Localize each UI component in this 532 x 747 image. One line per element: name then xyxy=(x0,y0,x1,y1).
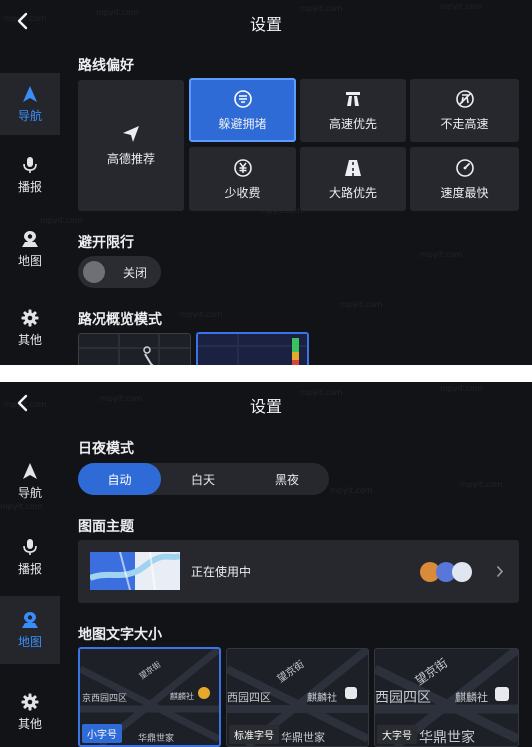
sidebar-item-map[interactable]: 地图 xyxy=(0,222,60,276)
map-district-label: 京西园四区 xyxy=(82,694,128,704)
sidebar-item-label: 其他 xyxy=(17,716,42,731)
route-option-label: 速度最快 xyxy=(440,185,489,200)
watermark: mpyit.com xyxy=(330,486,373,495)
poi-marker-icon xyxy=(198,687,210,699)
sidebar-item-other[interactable]: 其他 xyxy=(0,685,60,739)
font-size-option-standard[interactable]: 望京街 西园四区 麒麟社 华鼎世家 标准字号 xyxy=(226,648,369,747)
sidebar-item-broadcast[interactable]: 播报 xyxy=(0,148,60,202)
watermark: mpyit.com xyxy=(440,384,483,393)
toggle-knob xyxy=(83,261,105,283)
section-title-traffic-overview: 路况概览模式 xyxy=(78,312,162,328)
route-option-label: 躲避拥堵 xyxy=(218,116,267,131)
map-thumbnail xyxy=(198,334,307,365)
section-title-avoid-restriction: 避开限行 xyxy=(78,235,134,251)
map-poi-label: 麒麟社 xyxy=(170,692,194,701)
watermark: mpyit.com xyxy=(460,480,503,489)
speedometer-icon xyxy=(455,158,474,177)
map-place-label: 华鼎世家 xyxy=(138,734,175,744)
settings-screen-navigation: mpyit.com mpyit.com mpyit.com mpyit.com … xyxy=(0,0,532,365)
route-option-fastest[interactable]: 速度最快 xyxy=(410,147,519,211)
day-night-option-day[interactable]: 白天 xyxy=(161,463,245,495)
sidebar-item-label: 播报 xyxy=(17,179,42,194)
route-option-recommend[interactable]: 高德推荐 xyxy=(78,80,184,211)
gear-icon xyxy=(21,309,39,326)
sidebar-item-map[interactable]: 地图 xyxy=(0,596,60,664)
route-option-label: 高德推荐 xyxy=(106,152,155,166)
chevron-right-icon xyxy=(496,565,504,578)
navigation-arrow-icon xyxy=(23,85,37,102)
theme-color-swatch xyxy=(452,562,472,582)
font-size-tag: 小字号 xyxy=(82,724,122,743)
section-title-map-theme: 图面主题 xyxy=(78,519,134,535)
map-place-label: 华鼎世家 xyxy=(281,731,325,744)
sidebar-item-label: 导航 xyxy=(17,485,42,500)
map-poi-label: 麒麟社 xyxy=(455,691,488,704)
traffic-overview-option[interactable] xyxy=(78,333,191,365)
less-toll-icon xyxy=(233,158,252,177)
poi-marker-icon xyxy=(345,687,357,699)
sidebar-item-label: 地图 xyxy=(17,253,42,268)
map-district-label: 西园四区 xyxy=(227,691,271,704)
sidebar-item-label: 其他 xyxy=(17,332,42,347)
highway-icon xyxy=(346,92,360,106)
theme-status-text: 正在使用中 xyxy=(191,565,252,579)
watermark: mpyit.com xyxy=(440,2,483,11)
route-option-avoid-congestion[interactable]: 躲避拥堵 xyxy=(189,78,296,142)
font-size-tag: 大字号 xyxy=(377,725,417,744)
route-option-less-toll[interactable]: 少收费 xyxy=(189,147,296,211)
route-option-main-road-first[interactable]: 大路优先 xyxy=(300,147,406,211)
sidebar-item-broadcast[interactable]: 播报 xyxy=(0,530,60,584)
sidebar-item-other[interactable]: 其他 xyxy=(0,301,60,355)
route-option-label: 少收费 xyxy=(224,185,261,200)
route-option-avoid-highway[interactable]: 不走高速 xyxy=(410,79,519,142)
day-night-option-night[interactable]: 黑夜 xyxy=(245,463,329,495)
section-title-route-preference: 路线偏好 xyxy=(78,58,134,74)
sidebar-item-label: 导航 xyxy=(17,108,42,123)
map-poi-label: 麒麟社 xyxy=(307,693,337,704)
page-title: 设置 xyxy=(249,15,282,34)
traffic-overview-option-selected[interactable] xyxy=(196,332,309,365)
send-arrow-icon xyxy=(123,126,139,142)
map-district-label: 西园四区 xyxy=(375,690,431,706)
toggle-label: 关闭 xyxy=(123,265,148,280)
no-highway-icon xyxy=(455,90,474,108)
avoid-restriction-toggle[interactable]: 关闭 xyxy=(78,256,161,288)
microphone-icon xyxy=(23,538,37,555)
map-pin-icon xyxy=(22,611,38,628)
poi-marker-icon xyxy=(495,687,509,701)
route-option-highway-first[interactable]: 高速优先 xyxy=(300,79,406,142)
theme-preview-image xyxy=(90,552,180,590)
sidebar-item-label: 播报 xyxy=(17,561,42,576)
map-place-label: 华鼎世家 xyxy=(419,730,475,746)
microphone-icon xyxy=(23,156,37,173)
route-option-label: 不走高速 xyxy=(440,117,489,131)
section-title-day-night: 日夜模式 xyxy=(78,441,134,457)
sidebar-item-label: 地图 xyxy=(17,634,42,649)
main-road-icon xyxy=(345,159,361,176)
watermark: mpyit.com xyxy=(340,300,383,309)
settings-screen-map: mpyit.com mpyit.com mpyit.com mpyit.com … xyxy=(0,382,532,747)
sidebar-item-navigation[interactable]: 导航 xyxy=(0,73,60,135)
gear-icon xyxy=(21,693,39,710)
route-option-label: 高速优先 xyxy=(328,117,377,131)
watermark: mpyit.com xyxy=(180,310,223,319)
navigation-arrow-icon xyxy=(23,462,37,479)
page-title: 设置 xyxy=(249,397,282,416)
font-size-tag: 标准字号 xyxy=(229,725,279,744)
map-thumbnail xyxy=(79,334,190,365)
section-title-map-font-size: 地图文字大小 xyxy=(78,627,162,643)
avoid-congestion-icon xyxy=(233,89,252,108)
font-size-option-large[interactable]: 望京街 西园四区 麒麟社 华鼎世家 大字号 xyxy=(374,648,519,747)
watermark: mpyit.com xyxy=(420,250,463,259)
sidebar-item-navigation[interactable]: 导航 xyxy=(0,454,60,508)
map-theme-row[interactable]: 正在使用中 xyxy=(78,540,519,603)
map-pin-icon xyxy=(22,230,38,247)
day-night-option-auto[interactable]: 自动 xyxy=(78,463,161,495)
font-size-option-small[interactable]: 望京街 京西园四区 麒麟社 华鼎世家 小字号 xyxy=(78,647,221,747)
route-option-label: 大路优先 xyxy=(328,185,377,200)
